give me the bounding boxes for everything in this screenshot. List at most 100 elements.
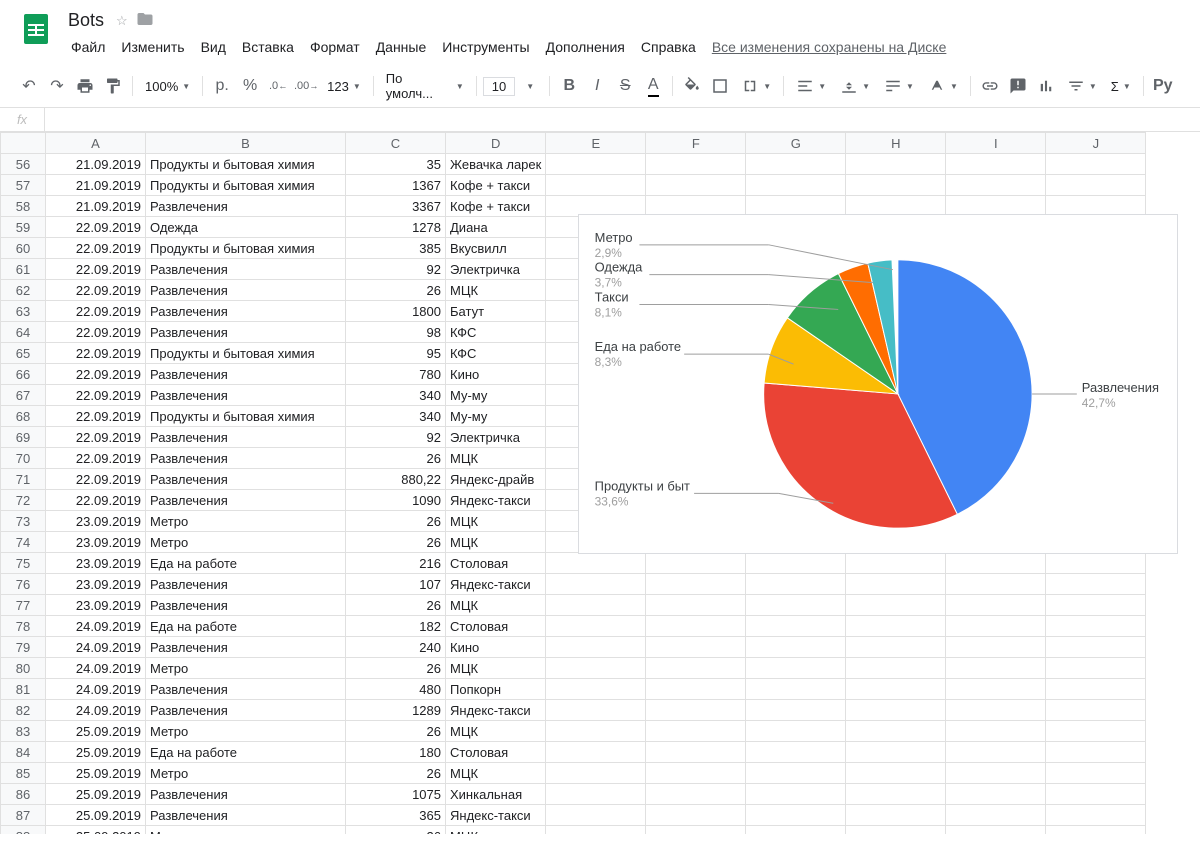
formula-input[interactable] <box>45 108 1200 131</box>
link-icon[interactable] <box>977 73 1003 99</box>
merge-dropdown[interactable]: ▼ <box>735 75 777 97</box>
cell[interactable]: МЦК <box>446 280 546 301</box>
cell[interactable]: Кофе + такси <box>446 196 546 217</box>
cell[interactable] <box>846 175 946 196</box>
cell[interactable]: МЦК <box>446 763 546 784</box>
row-header[interactable]: 61 <box>1 259 46 280</box>
cell[interactable] <box>846 826 946 835</box>
row-header[interactable]: 76 <box>1 574 46 595</box>
cell[interactable]: Продукты и бытовая химия <box>146 154 346 175</box>
col-header[interactable]: E <box>546 133 646 154</box>
cell[interactable]: МЦК <box>446 658 546 679</box>
cell[interactable] <box>646 679 746 700</box>
cell[interactable] <box>746 700 846 721</box>
cell[interactable] <box>546 763 646 784</box>
cell[interactable] <box>746 574 846 595</box>
cell[interactable]: 107 <box>346 574 446 595</box>
cell[interactable]: МЦК <box>446 595 546 616</box>
row-header[interactable]: 83 <box>1 721 46 742</box>
cell[interactable] <box>546 175 646 196</box>
cell[interactable]: Кино <box>446 364 546 385</box>
cell[interactable]: Одежда <box>146 217 346 238</box>
cell[interactable] <box>546 595 646 616</box>
cell[interactable] <box>946 574 1046 595</box>
cell[interactable] <box>546 154 646 175</box>
cell[interactable]: Кино <box>446 637 546 658</box>
cell[interactable] <box>846 154 946 175</box>
cell[interactable]: 240 <box>346 637 446 658</box>
cell[interactable] <box>646 175 746 196</box>
row-header[interactable]: 57 <box>1 175 46 196</box>
cell[interactable]: Вкусвилл <box>446 238 546 259</box>
cell[interactable]: 98 <box>346 322 446 343</box>
cell[interactable] <box>746 154 846 175</box>
cell[interactable] <box>646 742 746 763</box>
cell[interactable]: 22.09.2019 <box>46 406 146 427</box>
cell[interactable]: 22.09.2019 <box>46 469 146 490</box>
cell[interactable]: 180 <box>346 742 446 763</box>
menu-edit[interactable]: Изменить <box>114 35 191 59</box>
menu-data[interactable]: Данные <box>369 35 434 59</box>
cell[interactable] <box>846 784 946 805</box>
row-header[interactable]: 59 <box>1 217 46 238</box>
cell[interactable] <box>646 700 746 721</box>
cell[interactable]: 22.09.2019 <box>46 217 146 238</box>
row-header[interactable]: 87 <box>1 805 46 826</box>
cell[interactable] <box>646 574 746 595</box>
cell[interactable] <box>1046 595 1146 616</box>
cell[interactable]: 23.09.2019 <box>46 553 146 574</box>
cell[interactable] <box>846 742 946 763</box>
valign-dropdown[interactable]: ▼ <box>834 75 876 97</box>
cell[interactable]: Жевачка ларек <box>446 154 546 175</box>
cell[interactable] <box>646 154 746 175</box>
cell[interactable] <box>946 784 1046 805</box>
currency-button[interactable]: р. <box>209 73 235 99</box>
cell[interactable]: Метро <box>146 826 346 835</box>
row-header[interactable]: 71 <box>1 469 46 490</box>
cell[interactable] <box>946 805 1046 826</box>
cell[interactable]: 26 <box>346 532 446 553</box>
cell[interactable]: Яндекс-такси <box>446 805 546 826</box>
cell[interactable]: 25.09.2019 <box>46 784 146 805</box>
cell[interactable] <box>846 658 946 679</box>
cell[interactable] <box>746 826 846 835</box>
print-icon[interactable] <box>72 73 98 99</box>
cell[interactable] <box>646 784 746 805</box>
bold-button[interactable]: B <box>556 73 582 99</box>
cell[interactable]: Развлечения <box>146 679 346 700</box>
cell[interactable]: Развлечения <box>146 448 346 469</box>
cell[interactable]: Диана <box>446 217 546 238</box>
cell[interactable] <box>546 805 646 826</box>
cell[interactable]: 21.09.2019 <box>46 175 146 196</box>
cell[interactable]: Развлечения <box>146 301 346 322</box>
cell[interactable]: Метро <box>146 532 346 553</box>
percent-button[interactable]: % <box>237 73 263 99</box>
cell[interactable]: Развлечения <box>146 574 346 595</box>
star-icon[interactable]: ☆ <box>116 13 128 29</box>
cell[interactable] <box>546 616 646 637</box>
cell[interactable] <box>646 553 746 574</box>
save-status[interactable]: Все изменения сохранены на Диске <box>705 35 954 59</box>
cell[interactable] <box>546 826 646 835</box>
cell[interactable]: Развлечения <box>146 700 346 721</box>
cell[interactable] <box>1046 700 1146 721</box>
cell[interactable]: 26 <box>346 826 446 835</box>
cell[interactable]: Продукты и бытовая химия <box>146 175 346 196</box>
cell[interactable]: Развлечения <box>146 280 346 301</box>
menu-help[interactable]: Справка <box>634 35 703 59</box>
cell[interactable]: 26 <box>346 595 446 616</box>
cell[interactable] <box>746 553 846 574</box>
cell[interactable]: 480 <box>346 679 446 700</box>
cell[interactable] <box>1046 805 1146 826</box>
cell[interactable]: Яндекс-такси <box>446 700 546 721</box>
cell[interactable]: Му-му <box>446 406 546 427</box>
row-header[interactable]: 63 <box>1 301 46 322</box>
cell[interactable]: Метро <box>146 721 346 742</box>
cell[interactable] <box>746 784 846 805</box>
filter-dropdown[interactable]: ▼ <box>1061 75 1103 97</box>
col-header[interactable]: C <box>346 133 446 154</box>
dec-more-button[interactable]: .00→ <box>293 73 319 99</box>
cell[interactable] <box>1046 553 1146 574</box>
row-header[interactable]: 82 <box>1 700 46 721</box>
cell[interactable]: Батут <box>446 301 546 322</box>
